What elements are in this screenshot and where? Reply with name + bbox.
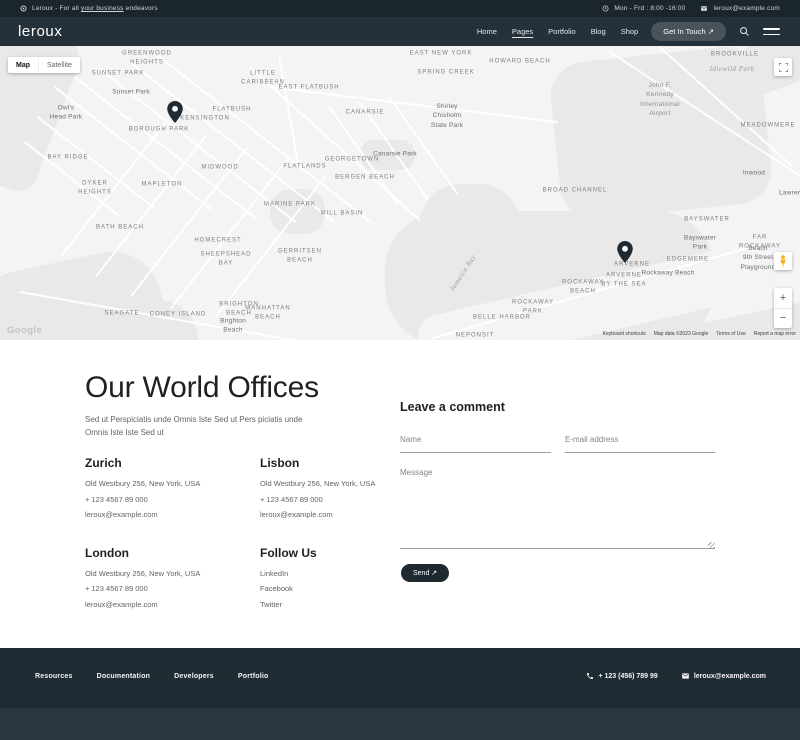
page: Leroux - For all your business endeavors…: [0, 0, 800, 740]
navbar: leroux Home Pages Portfolio Blog Shop Get In…: [0, 17, 800, 46]
textarea-resize-handle[interactable]: [708, 542, 715, 549]
map-label: BAY RIDGE: [47, 154, 88, 163]
map-label: BERGEN BEACH: [335, 174, 395, 183]
map-label: MANHATTAN BEACH: [245, 304, 290, 321]
map-pin-brooklyn[interactable]: [167, 101, 183, 123]
map-road: [215, 174, 327, 317]
office-address: Old Westbury 256, New York, USA: [85, 479, 260, 488]
footer-subband: [0, 708, 800, 740]
map-road: [270, 86, 558, 123]
map-attribution-item[interactable]: Keyboard shortcuts: [603, 331, 646, 337]
map-road: [170, 158, 289, 309]
nav-item-shop[interactable]: Shop: [621, 27, 639, 36]
office-card: London Old Westbury 256, New York, USA + 1…: [85, 546, 260, 616]
footer-link-developers[interactable]: Developers: [174, 673, 214, 680]
topbar: Leroux - For all your business endeavors…: [0, 0, 800, 17]
nav-menu: Home Pages Portfolio Blog Shop: [477, 27, 638, 36]
bullet-icon: [20, 5, 27, 12]
topbar-tagline: Leroux - For all your business endeavors: [32, 5, 158, 12]
footer-link-documentation[interactable]: Documentation: [97, 673, 151, 680]
topbar-email[interactable]: leroux@example.com: [713, 5, 780, 12]
working-hours: Mon - Frd : 8:00 -16:00: [614, 5, 685, 12]
map-road: [74, 76, 256, 219]
footer-phone[interactable]: + 123 (456) 789 99: [586, 672, 657, 680]
nav-item-pages[interactable]: Pages: [512, 27, 533, 36]
map-road: [60, 122, 166, 257]
page-subtitle: Sed ut Perspiciatis unde Omnis Iste Sed …: [85, 414, 327, 440]
map-label: SUNSET PARK: [92, 70, 145, 79]
form-title: Leave a comment: [400, 400, 505, 414]
map-pin-arverne[interactable]: [617, 241, 633, 263]
nav-item-portfolio[interactable]: Portfolio: [548, 27, 576, 36]
footer-contact: + 123 (456) 789 99 leroux@example.com: [586, 672, 766, 680]
get-in-touch-button[interactable]: Get In Touch ↗: [651, 22, 726, 41]
office-phone: + 123 4567 89 000: [85, 495, 260, 504]
phone-icon: [586, 672, 594, 680]
name-input[interactable]: [400, 432, 551, 453]
map-label: GREENWOOD HEIGHTS: [122, 49, 172, 66]
nav-item-blog[interactable]: Blog: [591, 27, 606, 36]
map-attribution: Keyboard shortcuts Map data ©2023 Google T…: [603, 331, 796, 337]
page-title: Our World Offices: [85, 371, 319, 405]
tagline-link[interactable]: your business: [81, 5, 124, 12]
map-water: [420, 184, 520, 264]
map-road: [24, 141, 120, 216]
footer-link-portfolio[interactable]: Portfolio: [238, 673, 269, 680]
mail-icon: [681, 672, 690, 680]
office-phone: + 123 4567 89 000: [85, 584, 260, 593]
map-water: [547, 46, 774, 223]
map-label: HOWARD BEACH: [489, 58, 550, 67]
email-input[interactable]: [565, 432, 715, 453]
map-label: GERRITSEN BEACH: [278, 247, 322, 264]
map-attribution-item[interactable]: Terms of Use: [716, 331, 745, 337]
map-canvas[interactable]: GREENWOOD HEIGHTSSUNSET PARKSunset ParkO…: [0, 46, 800, 340]
office-address: Old Westbury 256, New York, USA: [85, 569, 260, 578]
map-type-toggle: Map Satellite: [8, 57, 80, 73]
send-button[interactable]: Send ↗: [401, 564, 449, 582]
offices-grid: Zurich Old Westbury 256, New York, USA + 1…: [85, 456, 430, 615]
topbar-tagline-group: Leroux - For all your business endeavors: [20, 5, 158, 12]
map-attribution-item: Map data ©2023 Google: [654, 331, 709, 337]
footer: Resources Documentation Developers Portfoli…: [0, 648, 800, 740]
map-label: HOMECREST: [194, 237, 241, 246]
map-view-button[interactable]: Map: [8, 57, 38, 73]
nav-item-home[interactable]: Home: [477, 27, 497, 36]
google-logo[interactable]: Google: [7, 325, 42, 336]
map-label: EAST NEW YORK: [410, 50, 473, 59]
topbar-info-group: Mon - Frd : 8:00 -16:00 leroux@example.c…: [602, 5, 780, 12]
social-link-twitter[interactable]: Twitter: [260, 600, 430, 609]
map-road: [130, 146, 249, 297]
footer-email[interactable]: leroux@example.com: [681, 672, 766, 680]
fullscreen-icon[interactable]: [774, 58, 792, 76]
office-email: leroux@example.com: [85, 510, 260, 519]
footer-link-resources[interactable]: Resources: [35, 673, 73, 680]
message-input[interactable]: [400, 462, 715, 549]
clock-icon: [602, 5, 609, 12]
map-zoom-control: + −: [774, 288, 792, 328]
footer-links: Resources Documentation Developers Portfoli…: [35, 673, 268, 680]
map-label: Lawrence: [779, 188, 800, 197]
logo[interactable]: leroux: [18, 23, 62, 40]
social-link-facebook[interactable]: Facebook: [260, 584, 430, 593]
map-road: [37, 116, 156, 210]
office-name: Zurich: [85, 456, 260, 470]
office-name: London: [85, 546, 260, 560]
pegman-icon[interactable]: [774, 252, 792, 270]
zoom-out-button[interactable]: −: [774, 309, 792, 329]
office-email: leroux@example.com: [85, 600, 260, 609]
search-icon[interactable]: [739, 26, 750, 37]
mail-icon: [700, 5, 708, 12]
map-label: SPRING CREEK: [417, 69, 474, 78]
menu-icon[interactable]: [763, 28, 780, 35]
satellite-view-button[interactable]: Satellite: [38, 57, 80, 73]
map-road: [95, 134, 207, 277]
zoom-in-button[interactable]: +: [774, 288, 792, 309]
map-attribution-item[interactable]: Report a map error: [754, 331, 796, 337]
office-card: Zurich Old Westbury 256, New York, USA + 1…: [85, 456, 260, 526]
